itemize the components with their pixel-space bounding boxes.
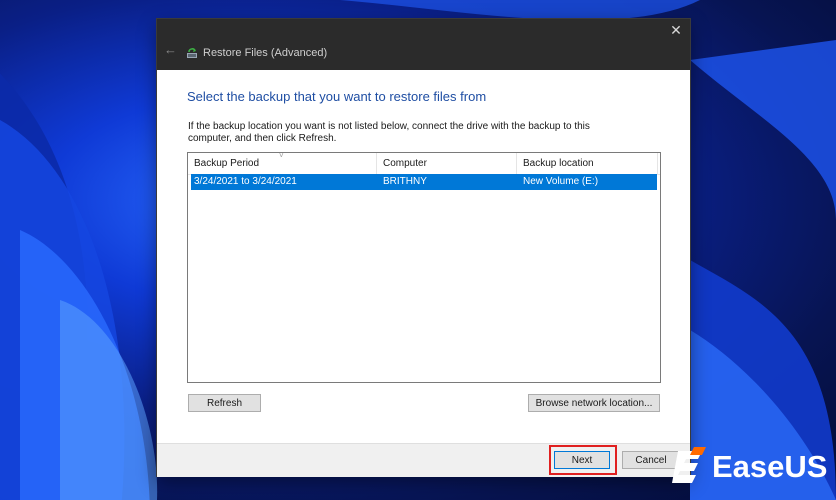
list-header: ˅ Backup Period Computer Backup location xyxy=(188,152,660,175)
restore-app-icon xyxy=(187,48,197,58)
column-header-backup-period[interactable]: Backup Period xyxy=(188,153,377,174)
close-button[interactable]: ✕ xyxy=(666,21,686,39)
back-arrow-icon[interactable]: ← xyxy=(164,43,177,56)
window-title: Restore Files (Advanced) xyxy=(203,47,328,59)
cell-backup-period: 3/24/2021 to 3/24/2021 xyxy=(194,176,297,187)
column-header-computer[interactable]: Computer xyxy=(377,153,517,174)
next-button[interactable]: Next xyxy=(554,451,610,469)
refresh-button[interactable]: Refresh xyxy=(188,394,261,412)
restore-files-window: ← Restore Files (Advanced) ✕ Select the … xyxy=(157,19,690,477)
cell-backup-location: New Volume (E:) xyxy=(523,176,599,187)
list-item[interactable]: 3/24/2021 to 3/24/2021 BRITHNY New Volum… xyxy=(191,174,657,190)
easeus-logo-text: EaseUS xyxy=(712,449,828,484)
close-icon: ✕ xyxy=(670,22,682,38)
backup-list[interactable]: ˅ Backup Period Computer Backup location… xyxy=(187,152,661,383)
browse-network-location-button[interactable]: Browse network location... xyxy=(528,394,660,412)
cell-computer: BRITHNY xyxy=(383,176,427,187)
title-bar: ← Restore Files (Advanced) ✕ xyxy=(157,19,690,70)
page-heading: Select the backup that you want to resto… xyxy=(187,89,487,104)
column-header-backup-location[interactable]: Backup location xyxy=(517,153,658,174)
instructions-text: If the backup location you want is not l… xyxy=(188,121,590,144)
